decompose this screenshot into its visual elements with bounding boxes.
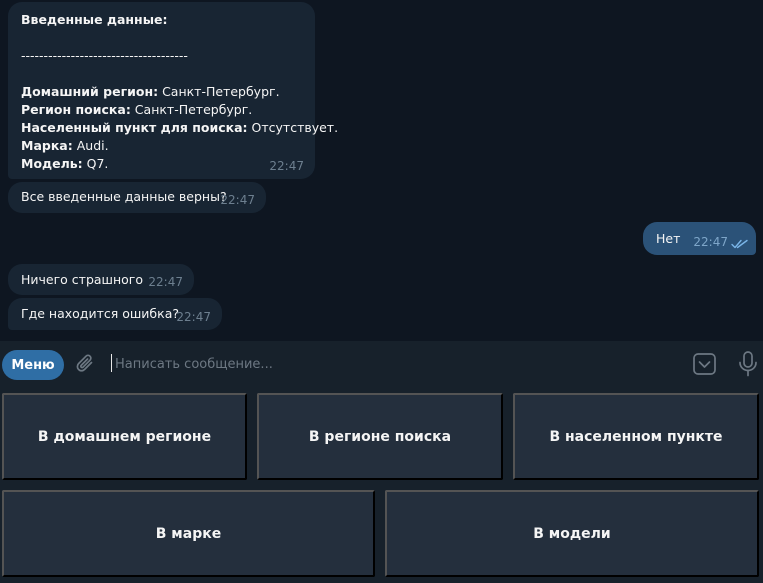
summary-heading: Введенные данные:	[21, 12, 168, 27]
keyboard-button-home-region[interactable]: В домашнем регионе	[2, 393, 247, 480]
summary-divider: -------------------------------------	[21, 48, 188, 63]
where-error-message: Где находится ошибка? 22:47	[8, 298, 222, 330]
message-time: 22:47	[269, 159, 304, 173]
outgoing-message-no: Нет 22:47	[643, 222, 756, 255]
keyboard-button-brand[interactable]: В марке	[2, 490, 375, 577]
keyboard-toggle-icon[interactable]	[693, 353, 716, 375]
message-text: Ничего страшного	[21, 272, 144, 287]
summary-field-home-region: Домашний регион: Санкт-Петербург.	[21, 84, 280, 99]
message-time: 22:47	[148, 275, 183, 289]
message-list[interactable]: Введенные данные: ----------------------…	[0, 0, 763, 341]
menu-button[interactable]: Меню	[2, 350, 64, 380]
paperclip-icon[interactable]	[76, 353, 96, 375]
summary-field-search-region: Регион поиска: Санкт-Петербург.	[21, 102, 253, 117]
no-worries-message: Ничего страшного 22:47	[8, 264, 194, 295]
microphone-icon[interactable]	[738, 351, 758, 377]
summary-field-brand: Марка: Audi.	[21, 138, 109, 153]
text-cursor	[111, 354, 112, 372]
message-time: 22:47	[220, 193, 255, 207]
message-input[interactable]	[115, 352, 675, 376]
bot-reply-keyboard: В домашнем регионе В регионе поиска В на…	[0, 386, 763, 583]
message-text: Где находится ошибка?	[21, 306, 179, 321]
double-check-icon	[731, 239, 748, 249]
message-time: 22:47	[176, 310, 211, 324]
message-input-bar: Меню	[0, 341, 763, 386]
telegram-chat-window: Введенные данные: ----------------------…	[0, 0, 763, 583]
keyboard-button-locality[interactable]: В населенном пункте	[513, 393, 759, 480]
keyboard-button-search-region[interactable]: В регионе поиска	[257, 393, 503, 480]
summary-field-locality: Населенный пункт для поиска: Отсутствует…	[21, 120, 339, 135]
summary-message: Введенные данные: ----------------------…	[8, 2, 339, 179]
message-time: 22:47	[693, 235, 728, 249]
message-text: Нет	[656, 231, 681, 246]
keyboard-button-model[interactable]: В модели	[385, 490, 759, 577]
confirm-message: Все введенные данные верны? 22:47	[8, 182, 266, 213]
message-text: Все введенные данные верны?	[21, 189, 227, 204]
